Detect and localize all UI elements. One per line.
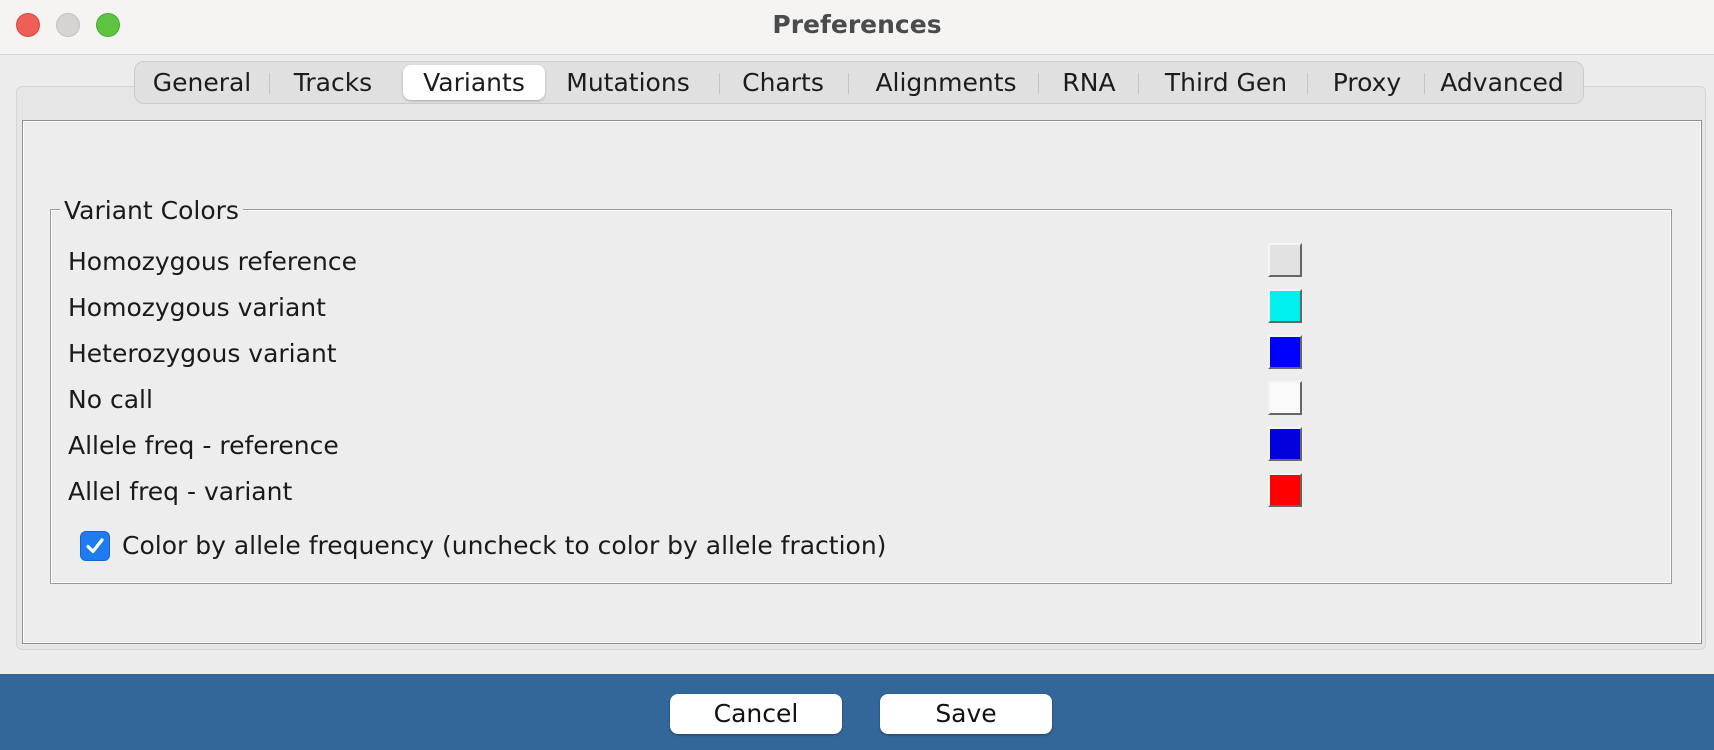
homozygous-reference-label: Homozygous reference [68, 247, 358, 276]
tab-separator [1038, 73, 1039, 94]
cancel-button[interactable]: Cancel [670, 694, 842, 734]
heterozygous-variant-color-swatch[interactable] [1268, 335, 1302, 369]
checkmark-icon [86, 538, 104, 554]
tab-bar: General Tracks Variants Mutations Charts… [134, 61, 1584, 104]
homozygous-reference-color-swatch[interactable] [1268, 243, 1302, 277]
window-title: Preferences [772, 10, 942, 39]
allele-freq-variant-label: Allel freq - variant [68, 477, 293, 506]
homozygous-variant-label: Homozygous variant [68, 293, 326, 322]
color-by-allele-frequency-checkbox[interactable] [80, 531, 110, 561]
button-footer [0, 674, 1714, 750]
tab-charts[interactable]: Charts [727, 65, 839, 100]
tab-tracks[interactable]: Tracks [277, 65, 389, 100]
tab-separator [719, 73, 720, 94]
allele-freq-variant-color-swatch[interactable] [1268, 473, 1302, 507]
tab-third-gen[interactable]: Third Gen [1146, 65, 1306, 100]
allele-freq-reference-color-swatch[interactable] [1268, 427, 1302, 461]
tab-alignments[interactable]: Alignments [856, 65, 1036, 100]
heterozygous-variant-label: Heterozygous variant [68, 339, 337, 368]
tab-variants[interactable]: Variants [403, 65, 545, 100]
title-bar: Preferences [0, 0, 1714, 55]
tab-separator [1307, 73, 1308, 94]
tab-mutations[interactable]: Mutations [553, 65, 703, 100]
no-call-label: No call [68, 385, 153, 414]
tab-separator [848, 73, 849, 94]
homozygous-variant-color-swatch[interactable] [1268, 289, 1302, 323]
no-call-color-swatch[interactable] [1268, 381, 1302, 415]
allele-freq-reference-label: Allele freq - reference [68, 431, 339, 460]
tab-separator [1138, 73, 1139, 94]
tab-proxy[interactable]: Proxy [1315, 65, 1419, 100]
save-button[interactable]: Save [880, 694, 1052, 734]
tab-separator [1424, 73, 1425, 94]
tab-general[interactable]: General [143, 65, 261, 100]
variant-colors-title: Variant Colors [60, 196, 243, 226]
color-by-allele-frequency-label[interactable]: Color by allele frequency (uncheck to co… [122, 531, 886, 561]
tab-rna[interactable]: RNA [1046, 65, 1132, 100]
tab-advanced[interactable]: Advanced [1432, 65, 1572, 100]
tab-separator [269, 73, 270, 94]
